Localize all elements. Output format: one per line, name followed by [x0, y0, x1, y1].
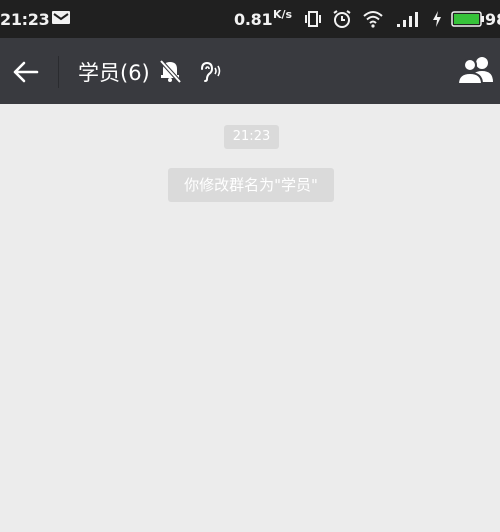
chat-title: 学员(6) [78, 61, 150, 85]
message-icon [51, 9, 71, 31]
status-bar: 21:23 0.81 K/s 9 [0, 0, 500, 38]
vibrate-icon [304, 10, 322, 32]
earpiece-icon [197, 60, 223, 88]
mute-icon [158, 58, 182, 88]
status-time: 21:23 [0, 10, 50, 29]
battery-percent: 98 [485, 10, 500, 29]
message-timestamp: 21:23 [224, 125, 279, 149]
group-members-icon[interactable] [456, 54, 496, 88]
divider [58, 56, 59, 88]
network-speed-unit: K/s [273, 8, 293, 21]
wifi-icon [362, 9, 384, 33]
signal-icon [396, 9, 422, 33]
app-bar: 学员(6) [0, 38, 500, 104]
alarm-icon [332, 9, 352, 33]
network-speed: 0.81 [234, 10, 273, 29]
charging-icon [431, 10, 443, 32]
system-message: 你修改群名为"学员" [168, 168, 334, 202]
back-arrow-icon[interactable] [8, 55, 42, 89]
chat-area[interactable]: 21:23 你修改群名为"学员" [0, 104, 500, 532]
battery-icon [451, 10, 485, 32]
